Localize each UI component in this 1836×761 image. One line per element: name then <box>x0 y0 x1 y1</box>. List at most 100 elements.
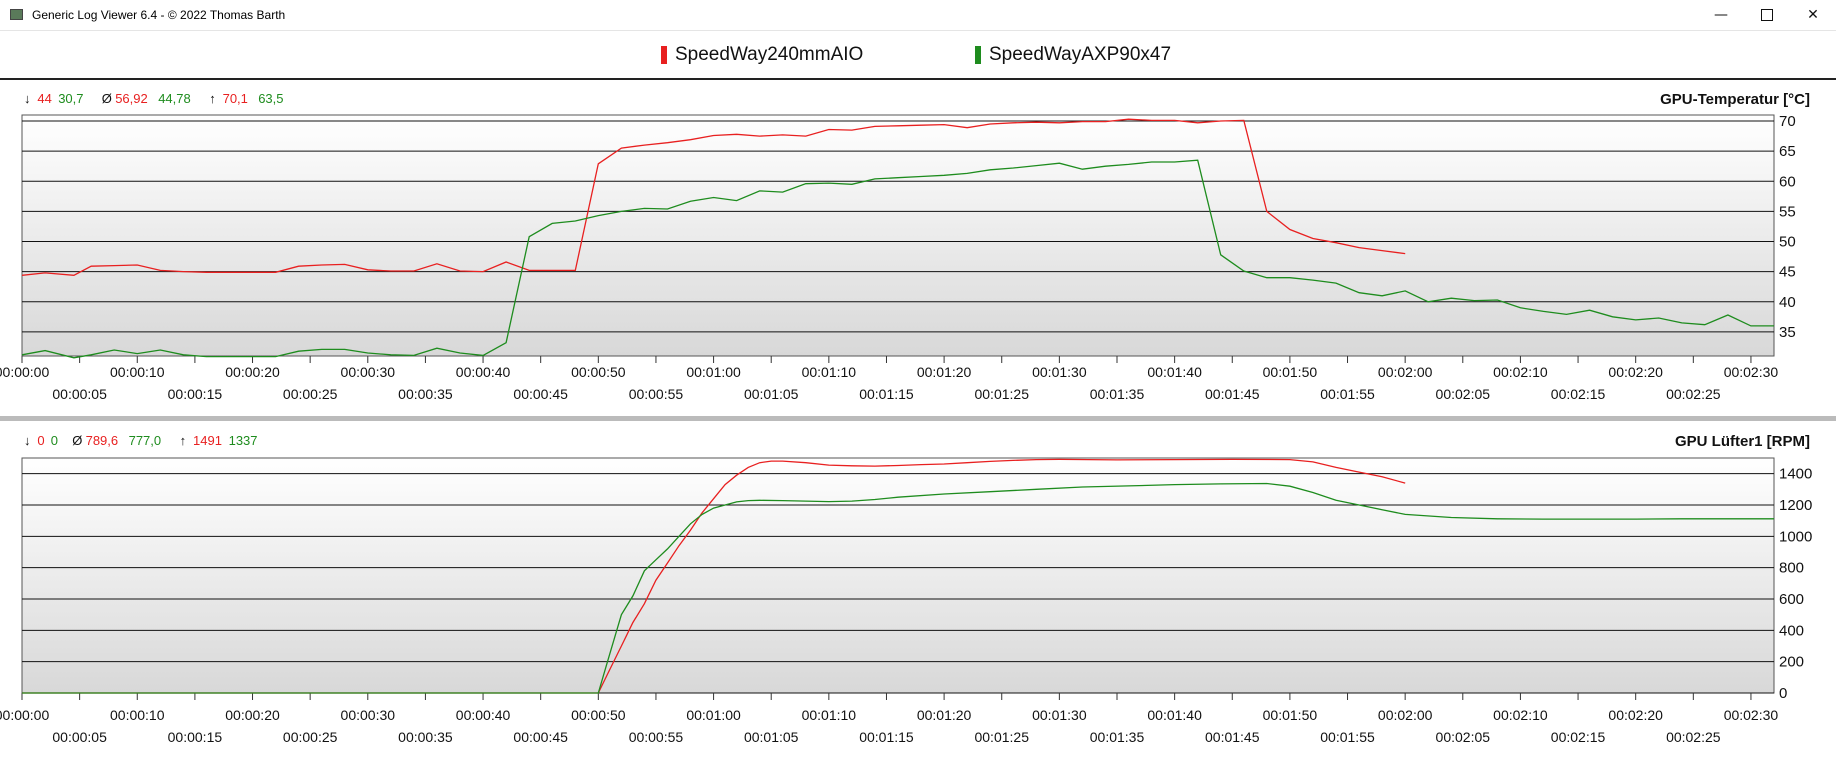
fan-x-tick-label: 00:02:30 <box>1724 707 1779 723</box>
fan-avg-value: 777,0 <box>129 433 162 448</box>
fan-x-tick-label: 00:02:00 <box>1378 707 1433 723</box>
fan-x-tick-label: 00:01:20 <box>917 707 972 723</box>
temp-x-tick-label: 00:01:00 <box>686 364 741 380</box>
temp-x-tick-label: 00:00:20 <box>225 364 280 380</box>
fan-y-tick-label: 600 <box>1779 591 1804 608</box>
temp-x-tick-label: 00:00:50 <box>571 364 626 380</box>
fan-x-tick-label: 00:00:45 <box>513 729 568 745</box>
temp-avg-value: 44,78 <box>158 91 191 106</box>
temp-x-tick-label: 00:00:10 <box>110 364 165 380</box>
fan-max-arrow: ↑ <box>180 433 187 448</box>
temp-x-tick-label: 00:01:15 <box>859 386 914 402</box>
temp-min-arrow: ↓ <box>24 91 31 106</box>
temp-x-tick-label: 00:00:35 <box>398 386 453 402</box>
temp-y-tick-label: 35 <box>1779 324 1796 341</box>
temp-x-tick-label: 00:02:10 <box>1493 364 1548 380</box>
fan-y-tick-label: 1400 <box>1779 466 1812 483</box>
fan-x-tick-label: 00:00:00 <box>0 707 49 723</box>
temp-y-tick-label: 45 <box>1779 264 1796 281</box>
fan-max-value: 1491 <box>193 433 222 448</box>
fan-x-tick-label: 00:01:45 <box>1205 729 1260 745</box>
temp-avg-value: 56,92 <box>115 91 148 106</box>
fan-y-tick-label: 1200 <box>1779 497 1812 514</box>
temp-y-tick-label: 70 <box>1779 113 1796 130</box>
fan-x-tick-label: 00:01:00 <box>686 707 741 723</box>
fan-x-tick-label: 00:02:15 <box>1551 729 1606 745</box>
temp-x-tick-label: 00:00:40 <box>456 364 511 380</box>
fan-min-arrow: ↓ <box>24 433 31 448</box>
fan-x-tick-label: 00:01:10 <box>802 707 857 723</box>
temp-y-tick-label: 60 <box>1779 173 1796 190</box>
temp-avg-symbol: Ø <box>102 91 112 106</box>
fan-min-value: 0 <box>37 433 44 448</box>
temp-y-tick-label: 50 <box>1779 234 1796 251</box>
temp-x-tick-label: 00:01:05 <box>744 386 799 402</box>
fan-y-tick-label: 0 <box>1779 685 1787 702</box>
temp-x-tick-label: 00:00:00 <box>0 364 49 380</box>
temp-x-tick-label: 00:02:15 <box>1551 386 1606 402</box>
temp-x-tick-label: 00:01:50 <box>1263 364 1318 380</box>
fan-avg-symbol: Ø <box>72 433 82 448</box>
fan-x-tick-label: 00:01:40 <box>1147 707 1202 723</box>
charts-canvas: 35 40 45 50 55 60 65 70 00:00:00 00:00:10 00:00:20… <box>0 91 1812 745</box>
temp-y-tick-label: 40 <box>1779 294 1796 311</box>
fan-x-tick-label: 00:00:05 <box>52 729 107 745</box>
fan-chart-title: GPU Lüfter1 [RPM] <box>1675 433 1810 450</box>
temp-x-tick-label: 00:00:05 <box>52 386 107 402</box>
fan-x-tick-label: 00:01:50 <box>1263 707 1318 723</box>
temp-x-tick-label: 00:01:20 <box>917 364 972 380</box>
temp-x-tick-label: 00:02:30 <box>1724 364 1779 380</box>
temp-min-value: 44 <box>37 91 51 106</box>
fan-x-tick-label: 00:02:10 <box>1493 707 1548 723</box>
fan-x-tick-label: 00:00:15 <box>168 729 223 745</box>
fan-x-tick-label: 00:02:25 <box>1666 729 1721 745</box>
temp-x-tick-label: 00:00:55 <box>629 386 684 402</box>
fan-x-tick-label: 00:00:20 <box>225 707 280 723</box>
temp-x-tick-label: 00:02:20 <box>1608 364 1663 380</box>
fan-x-tick-label: 00:00:30 <box>341 707 396 723</box>
fan-x-tick-label: 00:01:25 <box>974 729 1029 745</box>
temp-x-tick-label: 00:01:30 <box>1032 364 1087 380</box>
temp-min-value: 30,7 <box>58 91 83 106</box>
temp-x-tick-label: 00:02:05 <box>1436 386 1491 402</box>
fan-x-tick-label: 00:02:05 <box>1436 729 1491 745</box>
temp-x-tick-label: 00:00:25 <box>283 386 338 402</box>
fan-x-tick-label: 00:01:30 <box>1032 707 1087 723</box>
temp-y-tick-label: 55 <box>1779 203 1796 220</box>
temp-x-tick-label: 00:01:55 <box>1320 386 1375 402</box>
fan-max-value: 1337 <box>229 433 258 448</box>
temp-x-tick-label: 00:00:30 <box>341 364 396 380</box>
temp-x-tick-label: 00:01:35 <box>1090 386 1145 402</box>
temp-x-tick-label: 00:01:40 <box>1147 364 1202 380</box>
fan-x-tick-label: 00:01:05 <box>744 729 799 745</box>
fan-x-tick-label: 00:00:25 <box>283 729 338 745</box>
temp-x-tick-label: 00:01:10 <box>802 364 857 380</box>
temp-x-tick-label: 00:01:25 <box>974 386 1029 402</box>
fan-x-tick-label: 00:00:55 <box>629 729 684 745</box>
fan-min-value: 0 <box>51 433 58 448</box>
temp-x-tick-label: 00:02:00 <box>1378 364 1433 380</box>
temp-x-tick-label: 00:02:25 <box>1666 386 1721 402</box>
temp-x-tick-label: 00:01:45 <box>1205 386 1260 402</box>
fan-x-tick-label: 00:02:20 <box>1608 707 1663 723</box>
fan-x-tick-label: 00:01:55 <box>1320 729 1375 745</box>
fan-y-tick-label: 200 <box>1779 654 1804 671</box>
fan-x-tick-label: 00:00:50 <box>571 707 626 723</box>
temp-x-tick-label: 00:00:15 <box>168 386 223 402</box>
fan-x-tick-label: 00:00:35 <box>398 729 453 745</box>
fan-x-tick-label: 00:00:10 <box>110 707 165 723</box>
fan-y-tick-label: 400 <box>1779 622 1804 639</box>
fan-avg-value: 789,6 <box>86 433 119 448</box>
fan-plot-area <box>21 457 1775 694</box>
fan-x-tick-label: 00:00:40 <box>456 707 511 723</box>
temp-x-tick-label: 00:00:45 <box>513 386 568 402</box>
temp-y-tick-label: 65 <box>1779 143 1796 160</box>
temp-max-value: 63,5 <box>258 91 283 106</box>
fan-x-tick-label: 00:01:35 <box>1090 729 1145 745</box>
temp-max-arrow: ↑ <box>209 91 216 106</box>
fan-x-tick-label: 00:01:15 <box>859 729 914 745</box>
fan-y-tick-label: 1000 <box>1779 528 1812 545</box>
temp-chart-title: GPU-Temperatur [°C] <box>1660 91 1810 108</box>
fan-y-tick-label: 800 <box>1779 560 1804 577</box>
temp-max-value: 70,1 <box>223 91 248 106</box>
